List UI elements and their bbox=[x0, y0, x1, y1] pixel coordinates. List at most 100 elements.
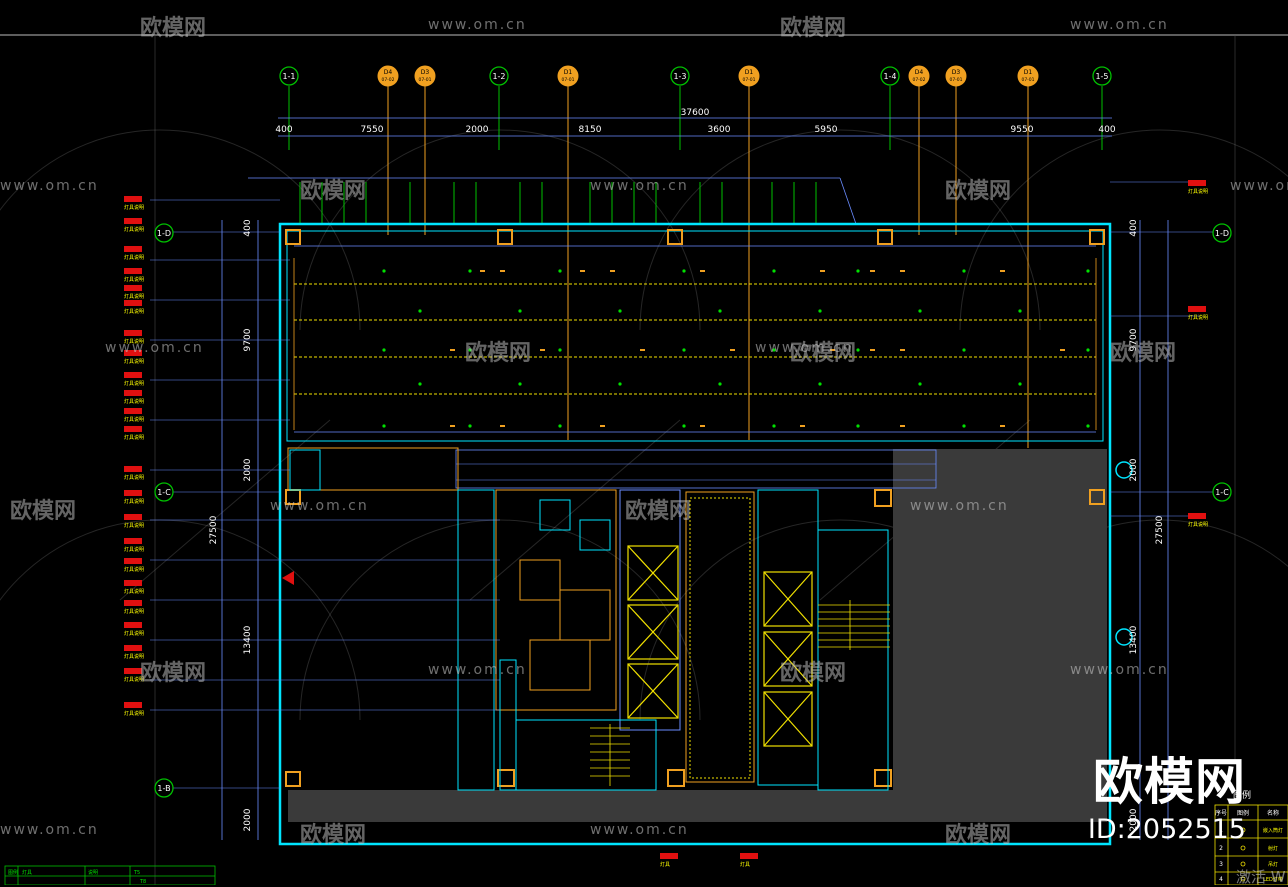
fixture-tag-text: 灯具说明 bbox=[124, 226, 144, 233]
fixture-tag: 灯具说明 bbox=[124, 466, 144, 481]
fixture-tag: 灯具说明 bbox=[124, 285, 144, 300]
bubble-label: 1-B bbox=[157, 784, 170, 793]
bubble-label: 1-4 bbox=[883, 72, 896, 81]
watermark-logo-3: 欧模网 bbox=[300, 179, 367, 204]
section-marker bbox=[282, 571, 294, 585]
watermark-logo-10: 欧模网 bbox=[140, 661, 207, 686]
grid-bubble-left: 1-D bbox=[154, 223, 174, 243]
legend-row-number: 4 bbox=[1219, 876, 1223, 883]
watermark-site-11: www.om.cn bbox=[1070, 662, 1169, 678]
watermark-logo-11: 欧模网 bbox=[780, 661, 847, 686]
fixture-tag: 灯具说明 bbox=[124, 622, 144, 637]
top-ribs bbox=[299, 182, 817, 225]
watermark-site-10: www.om.cn bbox=[428, 662, 527, 678]
bubble-label: 1-C bbox=[157, 488, 171, 497]
fixture-tag: 灯具说明 bbox=[124, 372, 144, 387]
grid-bubble-right: 1-C bbox=[1212, 482, 1232, 502]
watermark-logo-7: 欧模网 bbox=[1110, 341, 1177, 366]
dimension-value: 2000 bbox=[1129, 458, 1139, 481]
watermark-partial: 激活 W bbox=[1236, 868, 1286, 886]
fixture-tag: 灯具说明 bbox=[124, 218, 144, 233]
table-cell: 说明 bbox=[88, 869, 98, 876]
bubble-sheet: 07-02 bbox=[912, 77, 925, 83]
detail-callout-bubble: D407-02 bbox=[377, 65, 399, 87]
dimension-value: 9550 bbox=[1011, 125, 1034, 135]
dimension-value: 13400 bbox=[243, 625, 253, 654]
bubble-sheet: 07-01 bbox=[1021, 77, 1034, 83]
watermark-site-3: www.om.cn bbox=[0, 178, 99, 194]
top-grid-bubbles: 1-1 D407-02D307-01 1-2 D107-01 1-3 D107-01 1-4… bbox=[279, 65, 1112, 87]
fixture-tag-right: 灯具说明 bbox=[1188, 306, 1208, 321]
fixture-tag-text: 灯具 bbox=[740, 861, 750, 868]
bubble-sheet: 07-02 bbox=[381, 77, 394, 83]
ceiling-bands bbox=[293, 245, 1097, 433]
bubble-label: D1 bbox=[1024, 69, 1033, 76]
fixture-tag-text: 灯具说明 bbox=[124, 474, 144, 481]
fixture-tag: 灯具说明 bbox=[124, 702, 144, 717]
watermark-site-1: www.om.cn bbox=[428, 17, 527, 33]
fixture-tag-text: 灯具说明 bbox=[124, 204, 144, 211]
dimension-value: 2000 bbox=[243, 808, 253, 831]
bubble-label: D1 bbox=[745, 69, 754, 76]
fixture-tag-right: 灯具说明 bbox=[1188, 513, 1208, 528]
fixture-tag-text: 灯具说明 bbox=[124, 254, 144, 261]
watermark-logo-9: 欧模网 bbox=[625, 499, 692, 524]
grid-bubble: 1-2 bbox=[489, 66, 509, 86]
fixture-tag-text: 灯具说明 bbox=[1188, 188, 1208, 195]
fixture-tag-text: 灯具说明 bbox=[124, 630, 144, 637]
watermark-site-7: www.om.cn bbox=[755, 340, 854, 356]
bubble-label: D3 bbox=[952, 69, 961, 76]
dimension-value: 400 bbox=[275, 125, 292, 135]
grid-bubble-left: 1-C bbox=[154, 482, 174, 502]
bubble-sheet: 07-01 bbox=[561, 77, 574, 83]
dimension-value: 400 bbox=[243, 219, 253, 236]
fixture-tag: 灯具说明 bbox=[124, 300, 144, 315]
table-cell: T8 bbox=[139, 879, 146, 885]
legend-row-number: 3 bbox=[1219, 861, 1223, 868]
bubble-label: 1-5 bbox=[1095, 72, 1108, 81]
overall-dimension: 37600 bbox=[681, 108, 710, 118]
detail-callout-bubble: D107-01 bbox=[738, 65, 760, 87]
fixture-tag-text: 灯具说明 bbox=[124, 608, 144, 615]
grid-bubble: 1-5 bbox=[1092, 66, 1112, 86]
legend-header-cell: 名称 bbox=[1267, 809, 1279, 817]
bubble-sheet: 07-01 bbox=[742, 77, 755, 83]
top-dimension-text: 400 7550 2000 8150 3600 5950 9550 400 bbox=[275, 125, 1115, 135]
dimension-value: 9700 bbox=[243, 328, 253, 351]
watermark-site-12: www.om.cn bbox=[0, 822, 99, 838]
bubble-label: D4 bbox=[384, 69, 393, 76]
watermark-logo-4: 欧模网 bbox=[945, 179, 1012, 204]
fixture-tag-text: 灯具说明 bbox=[124, 398, 144, 405]
watermark-site-8: www.om.cn bbox=[270, 498, 369, 514]
dimension-value: 13400 bbox=[1129, 625, 1139, 654]
dimension-value: 400 bbox=[1129, 219, 1139, 236]
legend-symbol bbox=[1240, 845, 1246, 851]
fixture-tag: 灯具说明 bbox=[124, 268, 144, 283]
bottom-left-table bbox=[4, 865, 216, 885]
fixture-tag: 灯具说明 bbox=[124, 600, 144, 615]
fixture-tag-text: 灯具 bbox=[660, 861, 670, 868]
grid-bubble: 1-3 bbox=[670, 66, 690, 86]
fixture-tag-bottom: 灯具 bbox=[660, 853, 678, 868]
table-cell: 图例 bbox=[8, 869, 18, 876]
watermark-logo-1: 欧模网 bbox=[140, 16, 207, 41]
bottom-left-table-text: 图例 灯具 说明 T5 T8 bbox=[8, 869, 146, 885]
bubble-label: 1-1 bbox=[282, 72, 295, 81]
watermark-site-9: www.om.cn bbox=[910, 498, 1009, 514]
bubble-label: D1 bbox=[564, 69, 573, 76]
elevator-shafts bbox=[627, 545, 813, 747]
bubble-label: 1-3 bbox=[673, 72, 686, 81]
fixture-tag: 灯具说明 bbox=[124, 408, 144, 423]
watermark-brand-large: 欧模网 bbox=[1093, 753, 1246, 811]
fixture-tag: 灯具说明 bbox=[124, 390, 144, 405]
detail-callout-bubble: D407-02 bbox=[908, 65, 930, 87]
grid-bubble-right: 1-D bbox=[1212, 223, 1232, 243]
fixture-tag-text: 灯具说明 bbox=[124, 308, 144, 315]
fixture-tag-right: 灯具说明 bbox=[1188, 180, 1208, 195]
fixture-tag-text: 灯具说明 bbox=[124, 710, 144, 717]
bubble-label: D4 bbox=[915, 69, 924, 76]
fixture-tag-text: 灯具说明 bbox=[124, 566, 144, 573]
grid-bubble: 1-1 bbox=[279, 66, 299, 86]
detail-callout-bubble: D307-01 bbox=[414, 65, 436, 87]
fixture-tag: 灯具说明 bbox=[124, 196, 144, 211]
